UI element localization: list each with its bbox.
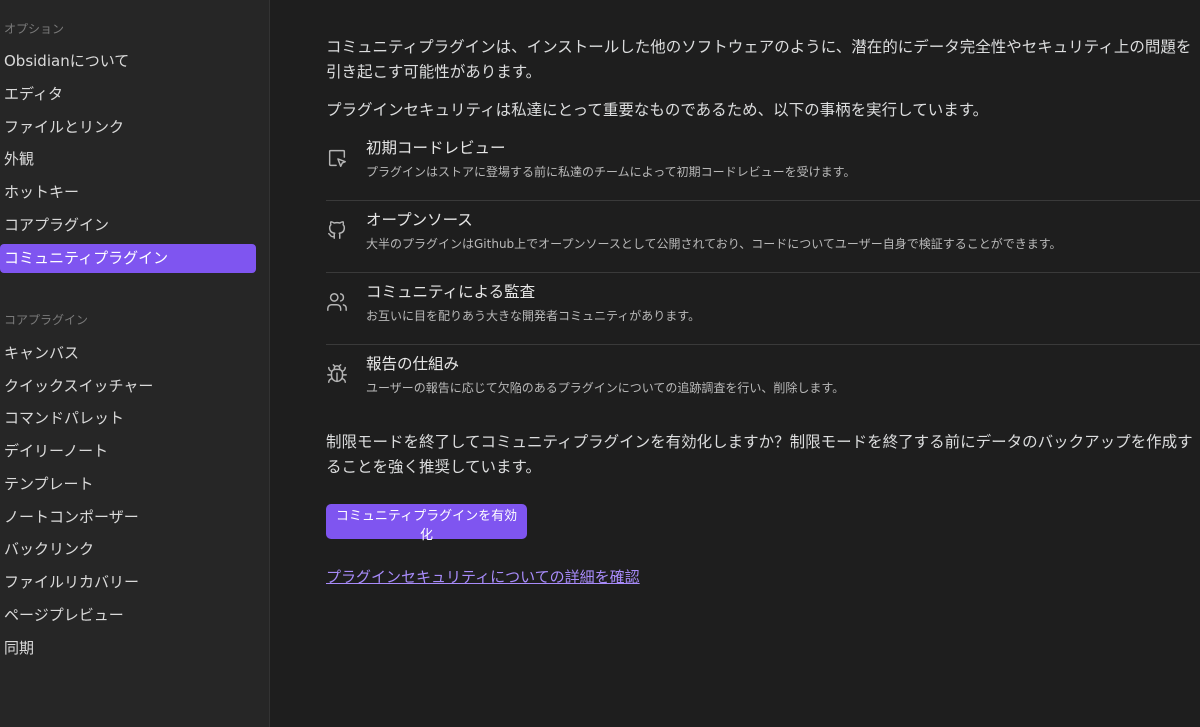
feature-description: プラグインはストアに登場する前に私達のチームによって初期コードレビューを受けます… (366, 165, 856, 179)
feature-title: 報告の仕組み (366, 355, 460, 373)
feature-description: ユーザーの報告に応じて欠陥のあるプラグインについての追跡調査を行い、削除します。 (366, 381, 845, 395)
feature-reporting: 報告の仕組み ユーザーの報告に応じて欠陥のあるプラグインについての追跡調査を行い… (326, 344, 1200, 416)
feature-title: オープンソース (366, 211, 473, 229)
options-section-title: オプション (4, 22, 65, 36)
sidebar-item-quick-switcher[interactable]: クイックスイッチャー (0, 372, 256, 401)
sidebar-item-canvas[interactable]: キャンバス (0, 339, 256, 368)
bug-icon (326, 363, 348, 385)
sidebar-item-community-plugins[interactable]: コミュニティプラグイン (0, 244, 256, 273)
feature-community-audit: コミュニティによる監査 お互いに目を配りあう大きな開発者コミュニティがあります。 (326, 272, 1200, 345)
sidebar-item-appearance[interactable]: 外観 (0, 145, 256, 174)
code-review-icon (326, 147, 348, 169)
sidebar-item-sync[interactable]: 同期 (0, 634, 256, 663)
feature-title: 初期コードレビュー (366, 139, 506, 157)
community-plugins-panel: コミュニティプラグインは、インストールした他のソフトウェアのように、潜在的にデー… (326, 0, 1200, 727)
intro-text: コミュニティプラグインは、インストールした他のソフトウェアのように、潜在的にデー… (326, 38, 1192, 81)
feature-code-review: 初期コードレビュー プラグインはストアに登場する前に私達のチームによって初期コー… (326, 128, 1200, 201)
github-icon (326, 219, 348, 241)
plugin-security-link[interactable]: プラグインセキュリティについての詳細を確認 (326, 566, 640, 587)
sidebar-item-command-palette[interactable]: コマンドパレット (0, 404, 256, 433)
feature-title: コミュニティによる監査 (366, 283, 536, 301)
sidebar-item-file-recovery[interactable]: ファイルリカバリー (0, 568, 256, 597)
users-icon (326, 291, 348, 313)
sidebar-item-about[interactable]: Obsidianについて (0, 47, 256, 76)
enable-community-plugins-button[interactable]: コミュニティプラグインを有効化 (326, 504, 527, 543)
sidebar-item-note-composer[interactable]: ノートコンポーザー (0, 503, 256, 532)
settings-sidebar: オプション Obsidianについて エディタ ファイルとリンク 外観 ホットキ… (0, 0, 270, 727)
feature-description: お互いに目を配りあう大きな開発者コミュニティがあります。 (366, 309, 701, 323)
sidebar-item-editor[interactable]: エディタ (0, 80, 256, 109)
feature-open-source: オープンソース 大半のプラグインはGithub上でオープンソースとして公開されて… (326, 200, 1200, 273)
feature-description: 大半のプラグインはGithub上でオープンソースとして公開されており、コードにつ… (366, 237, 1062, 251)
sidebar-item-templates[interactable]: テンプレート (0, 470, 256, 499)
security-statement: プラグインセキュリティは私達にとって重要なものであるため、以下の事柄を実行してい… (326, 101, 989, 119)
sidebar-item-files-links[interactable]: ファイルとリンク (0, 113, 256, 142)
sidebar-item-daily-notes[interactable]: デイリーノート (0, 437, 256, 466)
sidebar-item-backlinks[interactable]: バックリンク (0, 535, 256, 564)
sidebar-item-hotkeys[interactable]: ホットキー (0, 178, 256, 207)
sidebar-item-core-plugins[interactable]: コアプラグイン (0, 211, 256, 240)
sidebar-item-page-preview[interactable]: ページプレビュー (0, 601, 256, 630)
core-plugins-section-title: コアプラグイン (4, 313, 89, 327)
restricted-mode-notice: 制限モードを終了してコミュニティプラグインを有効化しますか？制限モードを終了する… (326, 433, 1193, 476)
